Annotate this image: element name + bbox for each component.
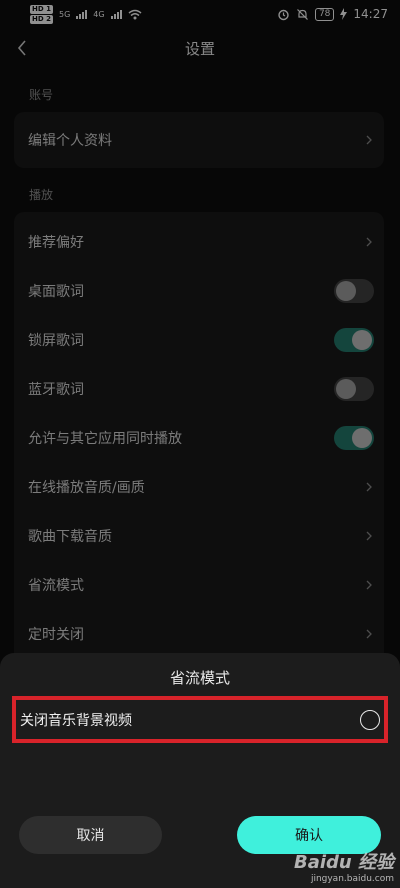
option-label: 关闭音乐背景视频 (20, 712, 132, 729)
watermark-url: jingyan.baidu.com (310, 874, 394, 884)
watermark: Baidu 经验 jingyan.baidu.com (294, 848, 394, 884)
cancel-button[interactable]: 取消 (19, 816, 162, 854)
option-radio[interactable] (360, 709, 380, 730)
sheet-title: 省流模式 (169, 669, 230, 687)
option-close-bg-video[interactable]: 关闭音乐背景视频 (12, 696, 388, 743)
data-saver-sheet: 省流模式 关闭音乐背景视频 取消 确认 Baidu 经验 jingyan.bai… (0, 653, 400, 888)
watermark-logo: Baidu 经验 (293, 852, 394, 873)
